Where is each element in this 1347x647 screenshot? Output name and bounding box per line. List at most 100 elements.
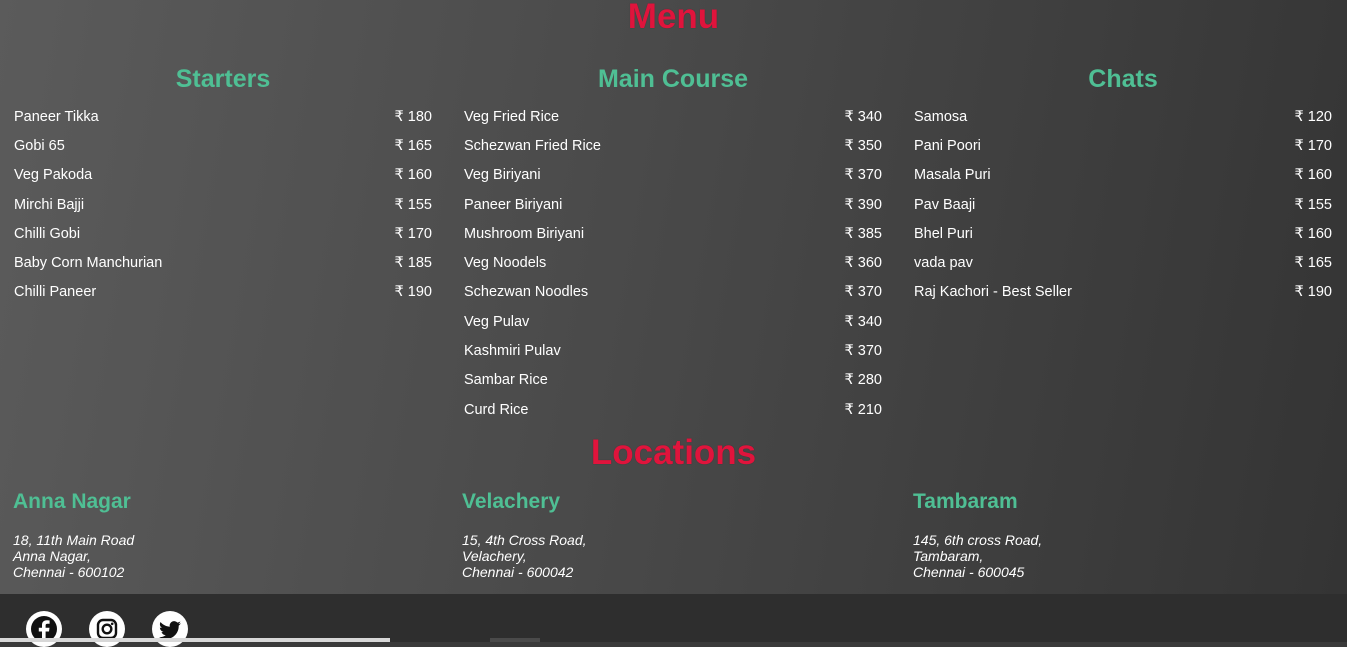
- location-velachery: Velachery 15, 4th Cross Road, Velachery,…: [462, 488, 882, 580]
- item-name: Paneer Tikka: [14, 108, 99, 125]
- menu-item: vada pav ₹ 165: [914, 248, 1332, 277]
- menu-column-main-course: Main Course Veg Fried Rice ₹ 340 Schezwan …: [464, 62, 882, 424]
- item-name: Mushroom Biriyani: [464, 225, 585, 242]
- menu-item: Veg Pakoda ₹ 160: [14, 161, 432, 190]
- item-name: Schezwan Fried Rice: [464, 137, 601, 154]
- item-price: ₹ 360: [844, 255, 882, 272]
- item-price: ₹ 170: [1294, 137, 1332, 154]
- location-anna-nagar: Anna Nagar 18, 11th Main Road Anna Nagar…: [13, 488, 433, 580]
- item-name: Pav Baaji: [914, 196, 976, 213]
- menu-item: Samosa ₹ 120: [914, 102, 1332, 131]
- item-name: Pani Poori: [914, 137, 981, 154]
- column-heading: Main Course: [597, 65, 749, 93]
- menu-item: Pani Poori ₹ 170: [914, 131, 1332, 160]
- item-price: ₹ 190: [394, 284, 432, 301]
- item-price: ₹ 340: [844, 108, 882, 125]
- menu-item: Paneer Biriyani ₹ 390: [464, 190, 882, 219]
- menu-column-starters: Starters Paneer Tikka ₹ 180 Gobi 65 ₹ 165 Ve…: [14, 62, 432, 307]
- item-name: Sambar Rice: [464, 372, 548, 389]
- item-price: ₹ 155: [394, 196, 432, 213]
- menu-item: Gobi 65 ₹ 165: [14, 131, 432, 160]
- item-price: ₹ 160: [1294, 167, 1332, 184]
- item-price: ₹ 190: [1294, 284, 1332, 301]
- item-price: ₹ 160: [1294, 225, 1332, 242]
- location-name: Tambaram: [913, 490, 1018, 513]
- menu-item: Kashmiri Pulav ₹ 370: [464, 336, 882, 365]
- item-name: Veg Pulav: [464, 313, 530, 330]
- column-heading: Chats: [1088, 65, 1158, 93]
- item-name: Raj Kachori - Best Seller: [914, 284, 1072, 301]
- item-price: ₹ 210: [844, 401, 882, 418]
- item-price: ₹ 340: [844, 313, 882, 330]
- location-name: Anna Nagar: [13, 490, 131, 513]
- item-price: ₹ 385: [844, 225, 882, 242]
- menu-item: Veg Noodels ₹ 360: [464, 248, 882, 277]
- address-line: 18, 11th Main Road: [13, 532, 135, 548]
- address-line: Tambaram,: [913, 548, 984, 564]
- item-price: ₹ 370: [844, 343, 882, 360]
- item-name: Chilli Gobi: [14, 225, 81, 242]
- address-line: Chennai - 600102: [13, 564, 125, 580]
- item-name: Gobi 65: [14, 137, 65, 154]
- menu-item: Sambar Rice ₹ 280: [464, 366, 882, 395]
- item-name: Bhel Puri: [914, 225, 973, 242]
- item-price: ₹ 280: [844, 372, 882, 389]
- menu-item: Veg Biriyani ₹ 370: [464, 161, 882, 190]
- menu-item: Paneer Tikka ₹ 180: [14, 102, 432, 131]
- menu-item: Bhel Puri ₹ 160: [914, 219, 1332, 248]
- item-name: Baby Corn Manchurian: [14, 255, 163, 272]
- menu-item: Masala Puri ₹ 160: [914, 161, 1332, 190]
- menu-item: Schezwan Noodles ₹ 370: [464, 278, 882, 307]
- main-content: Menu Starters Paneer Tikka ₹ 180 Gobi 65 ₹ …: [0, 0, 1347, 594]
- item-price: ₹ 170: [394, 225, 432, 242]
- item-price: ₹ 165: [1294, 255, 1332, 272]
- item-price: ₹ 350: [844, 137, 882, 154]
- menu-item: Baby Corn Manchurian ₹ 185: [14, 248, 432, 277]
- address-line: Chennai - 600042: [462, 564, 574, 580]
- locations-title: Locations: [590, 433, 757, 472]
- item-price: ₹ 120: [1294, 108, 1332, 125]
- item-price: ₹ 390: [844, 196, 882, 213]
- menu-item: Veg Fried Rice ₹ 340: [464, 102, 882, 131]
- address-line: Anna Nagar,: [13, 548, 91, 564]
- address-line: 15, 4th Cross Road,: [462, 532, 587, 548]
- scrollbar-thumb[interactable]: [490, 638, 540, 642]
- menu-item: Schezwan Fried Rice ₹ 350: [464, 131, 882, 160]
- column-heading: Starters: [175, 65, 271, 93]
- address-line: 145, 6th cross Road,: [913, 532, 1043, 548]
- item-price: ₹ 160: [394, 167, 432, 184]
- item-name: Mirchi Bajji: [14, 196, 85, 213]
- item-name: Kashmiri Pulav: [464, 343, 561, 360]
- item-name: Schezwan Noodles: [464, 284, 589, 301]
- item-name: Veg Fried Rice: [464, 108, 560, 125]
- item-name: Masala Puri: [914, 167, 991, 184]
- menu-item: Veg Pulav ₹ 340: [464, 307, 882, 336]
- item-name: vada pav: [914, 255, 973, 272]
- menu-item: Mushroom Biriyani ₹ 385: [464, 219, 882, 248]
- item-name: Chilli Paneer: [14, 284, 97, 301]
- address-line: Chennai - 600045: [913, 564, 1025, 580]
- menu-item: Curd Rice ₹ 210: [464, 395, 882, 424]
- menu-item: Chilli Paneer ₹ 190: [14, 278, 432, 307]
- item-name: Paneer Biriyani: [464, 196, 563, 213]
- address-line: Velachery,: [462, 548, 527, 564]
- item-name: Curd Rice: [464, 401, 529, 418]
- footer: [0, 594, 1347, 642]
- item-price: ₹ 180: [394, 108, 432, 125]
- location-name: Velachery: [462, 490, 561, 513]
- item-name: Samosa: [914, 108, 968, 125]
- item-price: ₹ 370: [844, 167, 882, 184]
- menu-item: Mirchi Bajji ₹ 155: [14, 190, 432, 219]
- menu-column-chats: Chats Samosa ₹ 120 Pani Poori ₹ 170 Masala P…: [914, 62, 1332, 307]
- item-name: Veg Noodels: [464, 255, 547, 272]
- item-price: ₹ 165: [394, 137, 432, 154]
- location-tambaram: Tambaram 145, 6th cross Road, Tambaram, …: [913, 488, 1333, 580]
- item-name: Veg Pakoda: [14, 167, 93, 184]
- item-price: ₹ 370: [844, 284, 882, 301]
- menu-title: Menu: [627, 0, 720, 36]
- item-price: ₹ 155: [1294, 196, 1332, 213]
- item-price: ₹ 185: [394, 255, 432, 272]
- menu-item: Pav Baaji ₹ 155: [914, 190, 1332, 219]
- scrollbar-track[interactable]: [0, 638, 390, 642]
- menu-item: Raj Kachori - Best Seller ₹ 190: [914, 278, 1332, 307]
